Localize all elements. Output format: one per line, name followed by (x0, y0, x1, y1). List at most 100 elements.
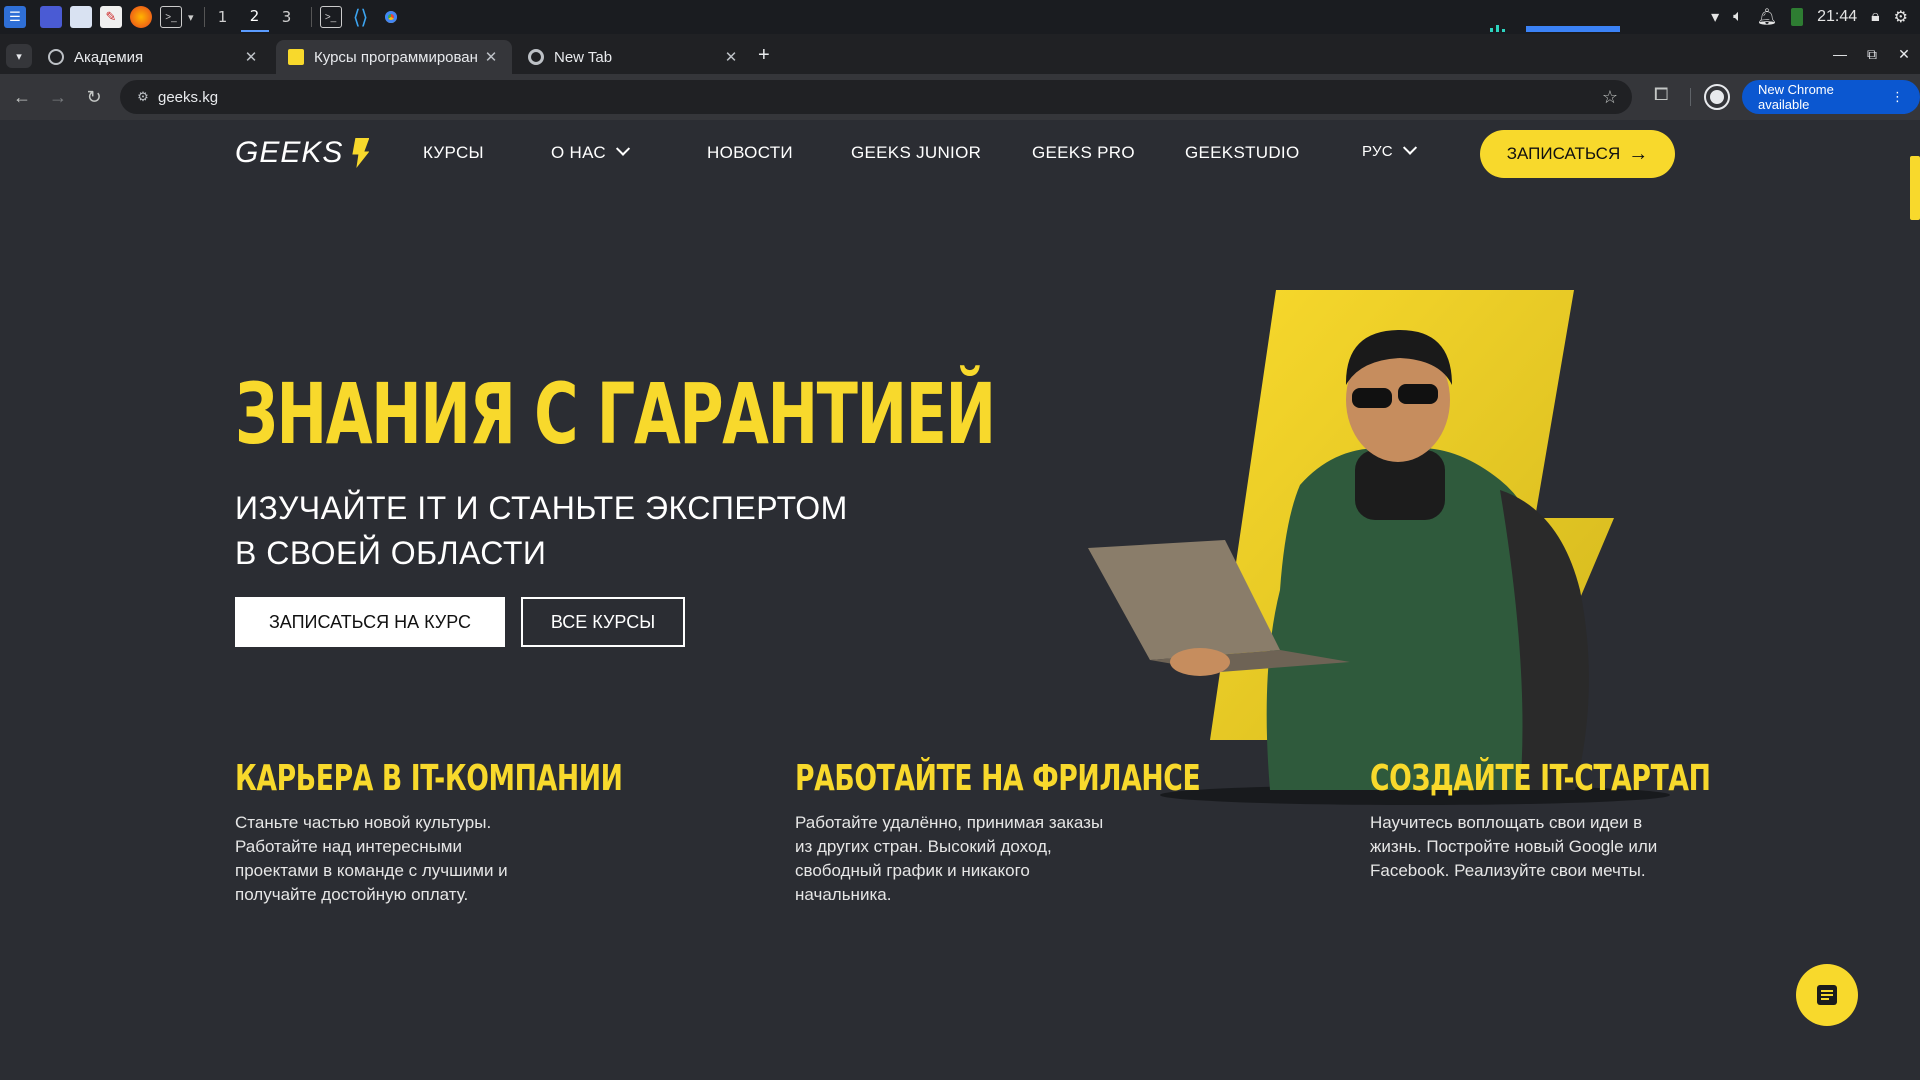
settings-icon[interactable]: ⚙ (1894, 7, 1908, 27)
hero-subtitle-line: ИЗУЧАЙТЕ IT И СТАНЬТЕ ЭКСПЕРТОМ (235, 490, 848, 526)
new-tab-button[interactable]: + (758, 44, 770, 67)
close-window-icon[interactable]: ✕ (1888, 46, 1920, 63)
page-scrollbar[interactable] (1910, 156, 1920, 220)
nav-label: О НАС (551, 143, 606, 162)
all-courses-button[interactable]: ВСЕ КУРСЫ (521, 597, 685, 647)
lightning-bolt-icon (352, 138, 370, 168)
workspace-2[interactable]: 2 (240, 2, 269, 32)
nav-about[interactable]: О НАС (551, 141, 631, 163)
terminal-icon[interactable]: >_ (160, 6, 182, 28)
profile-avatar[interactable] (1704, 84, 1730, 110)
feature-text: Работайте удалённо, принимая заказы из д… (795, 813, 1104, 904)
language-selector[interactable]: РУС (1362, 140, 1418, 160)
feature-freelance: РАБОТАЙТЕ НА ФРИЛАНСЕ Работайте удалённо… (795, 758, 1201, 907)
feature-startup: СОЗДАЙТЕ IT-СТАРТАП Научитесь воплощать … (1370, 758, 1711, 883)
firefox-icon[interactable] (130, 6, 152, 28)
back-icon[interactable]: ← (4, 79, 40, 115)
geeks-logo[interactable]: GEEKS (235, 136, 370, 170)
hero-subtitle: ИЗУЧАЙТЕ IT И СТАНЬТЕ ЭКСПЕРТОМ В СВОЕЙ … (235, 486, 935, 576)
toolbar-divider (1690, 88, 1691, 106)
sunglasses (1352, 388, 1392, 408)
chat-widget-button[interactable] (1796, 964, 1858, 1026)
forward-icon[interactable]: → (40, 79, 76, 115)
nav-label: GEEKS JUNIOR (851, 143, 982, 162)
feature-title: СОЗДАЙТЕ IT-СТАРТАП (1370, 758, 1711, 799)
hand (1170, 648, 1230, 676)
nav-geeks-junior[interactable]: GEEKS JUNIOR (851, 143, 981, 163)
taskbar-separator (310, 7, 312, 27)
feature-career: КАРЬЕРА В IT-КОМПАНИИ Станьте частью нов… (235, 758, 623, 907)
address-bar[interactable]: ⚙ geeks.kg ☆ (120, 80, 1632, 114)
reload-icon[interactable]: ↻ (76, 79, 112, 115)
taskbar-separator (203, 7, 205, 27)
notifications-icon[interactable]: 🔔︎ (1757, 7, 1777, 27)
tab-new-tab[interactable]: New Tab ✕ (516, 40, 752, 74)
lock-icon[interactable]: 🔒︎ (1871, 8, 1880, 26)
minimize-icon[interactable]: — (1824, 46, 1856, 62)
signup-label: ЗАПИСАТЬСЯ (1506, 144, 1621, 163)
url-text[interactable]: geeks.kg (158, 89, 218, 106)
chevron-down-icon (1402, 140, 1418, 155)
tab-geeks-courses[interactable]: Курсы программирован ✕ (276, 40, 512, 74)
language-label: РУС (1362, 143, 1393, 160)
volume-icon[interactable]: 🔈︎ (1733, 8, 1743, 26)
document-viewer-icon[interactable]: ✎ (100, 6, 122, 28)
tab-academy[interactable]: Академия ✕ (36, 40, 272, 74)
chrome-icon[interactable] (379, 6, 402, 28)
enroll-course-button[interactable]: ЗАПИСАТЬСЯ НА КУРС (235, 597, 505, 647)
nav-label: GEEKS PRO (1032, 143, 1135, 162)
hero-title: ЗНАНИЯ С ГАРАНТИЕЙ (235, 365, 996, 463)
vscode-icon[interactable]: ⟨⟩ (350, 6, 372, 29)
nav-label: GEEKSTUDIO (1185, 143, 1300, 162)
chrome-icon (528, 49, 544, 65)
bookmark-star-icon[interactable]: ☆ (1602, 87, 1618, 108)
hero-subtitle-line: В СВОЕЙ ОБЛАСТИ (235, 535, 547, 571)
nav-courses[interactable]: КУРСЫ (423, 143, 484, 163)
site-info-icon[interactable]: ⚙ (128, 89, 158, 105)
restore-icon[interactable]: ⧉ (1856, 46, 1888, 63)
os-taskbar: ☰ ✎ >_ ▾ 1 2 3 >_ ⟨⟩ ▾ 🔈︎ 🔔︎ 21:44 🔒︎ ⚙ (0, 0, 1920, 34)
nav-label: НОВОСТИ (707, 143, 793, 162)
chevron-down-icon (615, 141, 631, 156)
extensions-icon[interactable]: ⧠ (1654, 84, 1668, 105)
battery-icon[interactable] (1791, 8, 1804, 26)
feature-title: КАРЬЕРА В IT-КОМПАНИИ (235, 758, 623, 799)
chrome-update-button[interactable]: New Chrome available ⋮ (1742, 80, 1920, 114)
menu-dots-icon: ⋮ (1891, 89, 1904, 104)
workspace-3[interactable]: 3 (273, 2, 301, 32)
terminal-window-icon[interactable]: >_ (319, 6, 342, 28)
launcher-dropdown-icon[interactable]: ▾ (188, 11, 194, 24)
browser-toolbar: ← → ↻ ⚙ geeks.kg ☆ ⧠ New Chrome availabl… (0, 74, 1920, 120)
nav-geekstudio[interactable]: GEEKSTUDIO (1185, 143, 1299, 163)
file-manager-icon[interactable] (70, 6, 92, 28)
tab-title: Курсы программирован (314, 48, 478, 66)
tab-title: New Tab (554, 48, 613, 66)
web-page: GEEKS КУРСЫ О НАС НОВОСТИ GEEKS JUNIOR G… (0, 120, 1920, 1080)
feature-title: РАБОТАЙТЕ НА ФРИЛАНСЕ (795, 758, 1201, 799)
wifi-icon[interactable]: ▾ (1711, 7, 1719, 27)
tab-search-icon[interactable]: ▾ (6, 44, 32, 68)
header-signup-button[interactable]: ЗАПИСАТЬСЯ → (1480, 130, 1675, 178)
feature-text: Станьте частью новой культуры. Работайте… (235, 813, 508, 904)
update-label: New Chrome available (1758, 82, 1834, 112)
clock[interactable]: 21:44 (1817, 8, 1857, 26)
window-controls: — ⧉ ✕ (1824, 34, 1920, 74)
feature-text: Научитесь воплощать свои идеи в жизнь. П… (1370, 813, 1658, 880)
workspace-1[interactable]: 1 (209, 2, 237, 32)
chat-message-icon (1817, 985, 1837, 1005)
sunglasses (1398, 384, 1438, 404)
nav-news[interactable]: НОВОСТИ (707, 143, 793, 163)
close-tab-icon[interactable]: ✕ (482, 48, 500, 66)
close-tab-icon[interactable]: ✕ (242, 48, 260, 66)
arrow-right-icon: → (1628, 142, 1649, 165)
logo-text: GEEKS (235, 136, 344, 169)
network-graph (1490, 25, 1620, 32)
desktop-icon[interactable] (40, 6, 62, 28)
close-tab-icon[interactable]: ✕ (722, 48, 740, 66)
browser-tab-strip: ▾ Академия ✕ Курсы программирован ✕ New … (0, 34, 1920, 74)
nav-label: КУРСЫ (423, 143, 484, 162)
app-menu-icon[interactable]: ☰ (4, 6, 26, 28)
nav-geeks-pro[interactable]: GEEKS PRO (1032, 143, 1135, 163)
hero-student-image (1088, 290, 1670, 805)
globe-icon (48, 49, 64, 65)
